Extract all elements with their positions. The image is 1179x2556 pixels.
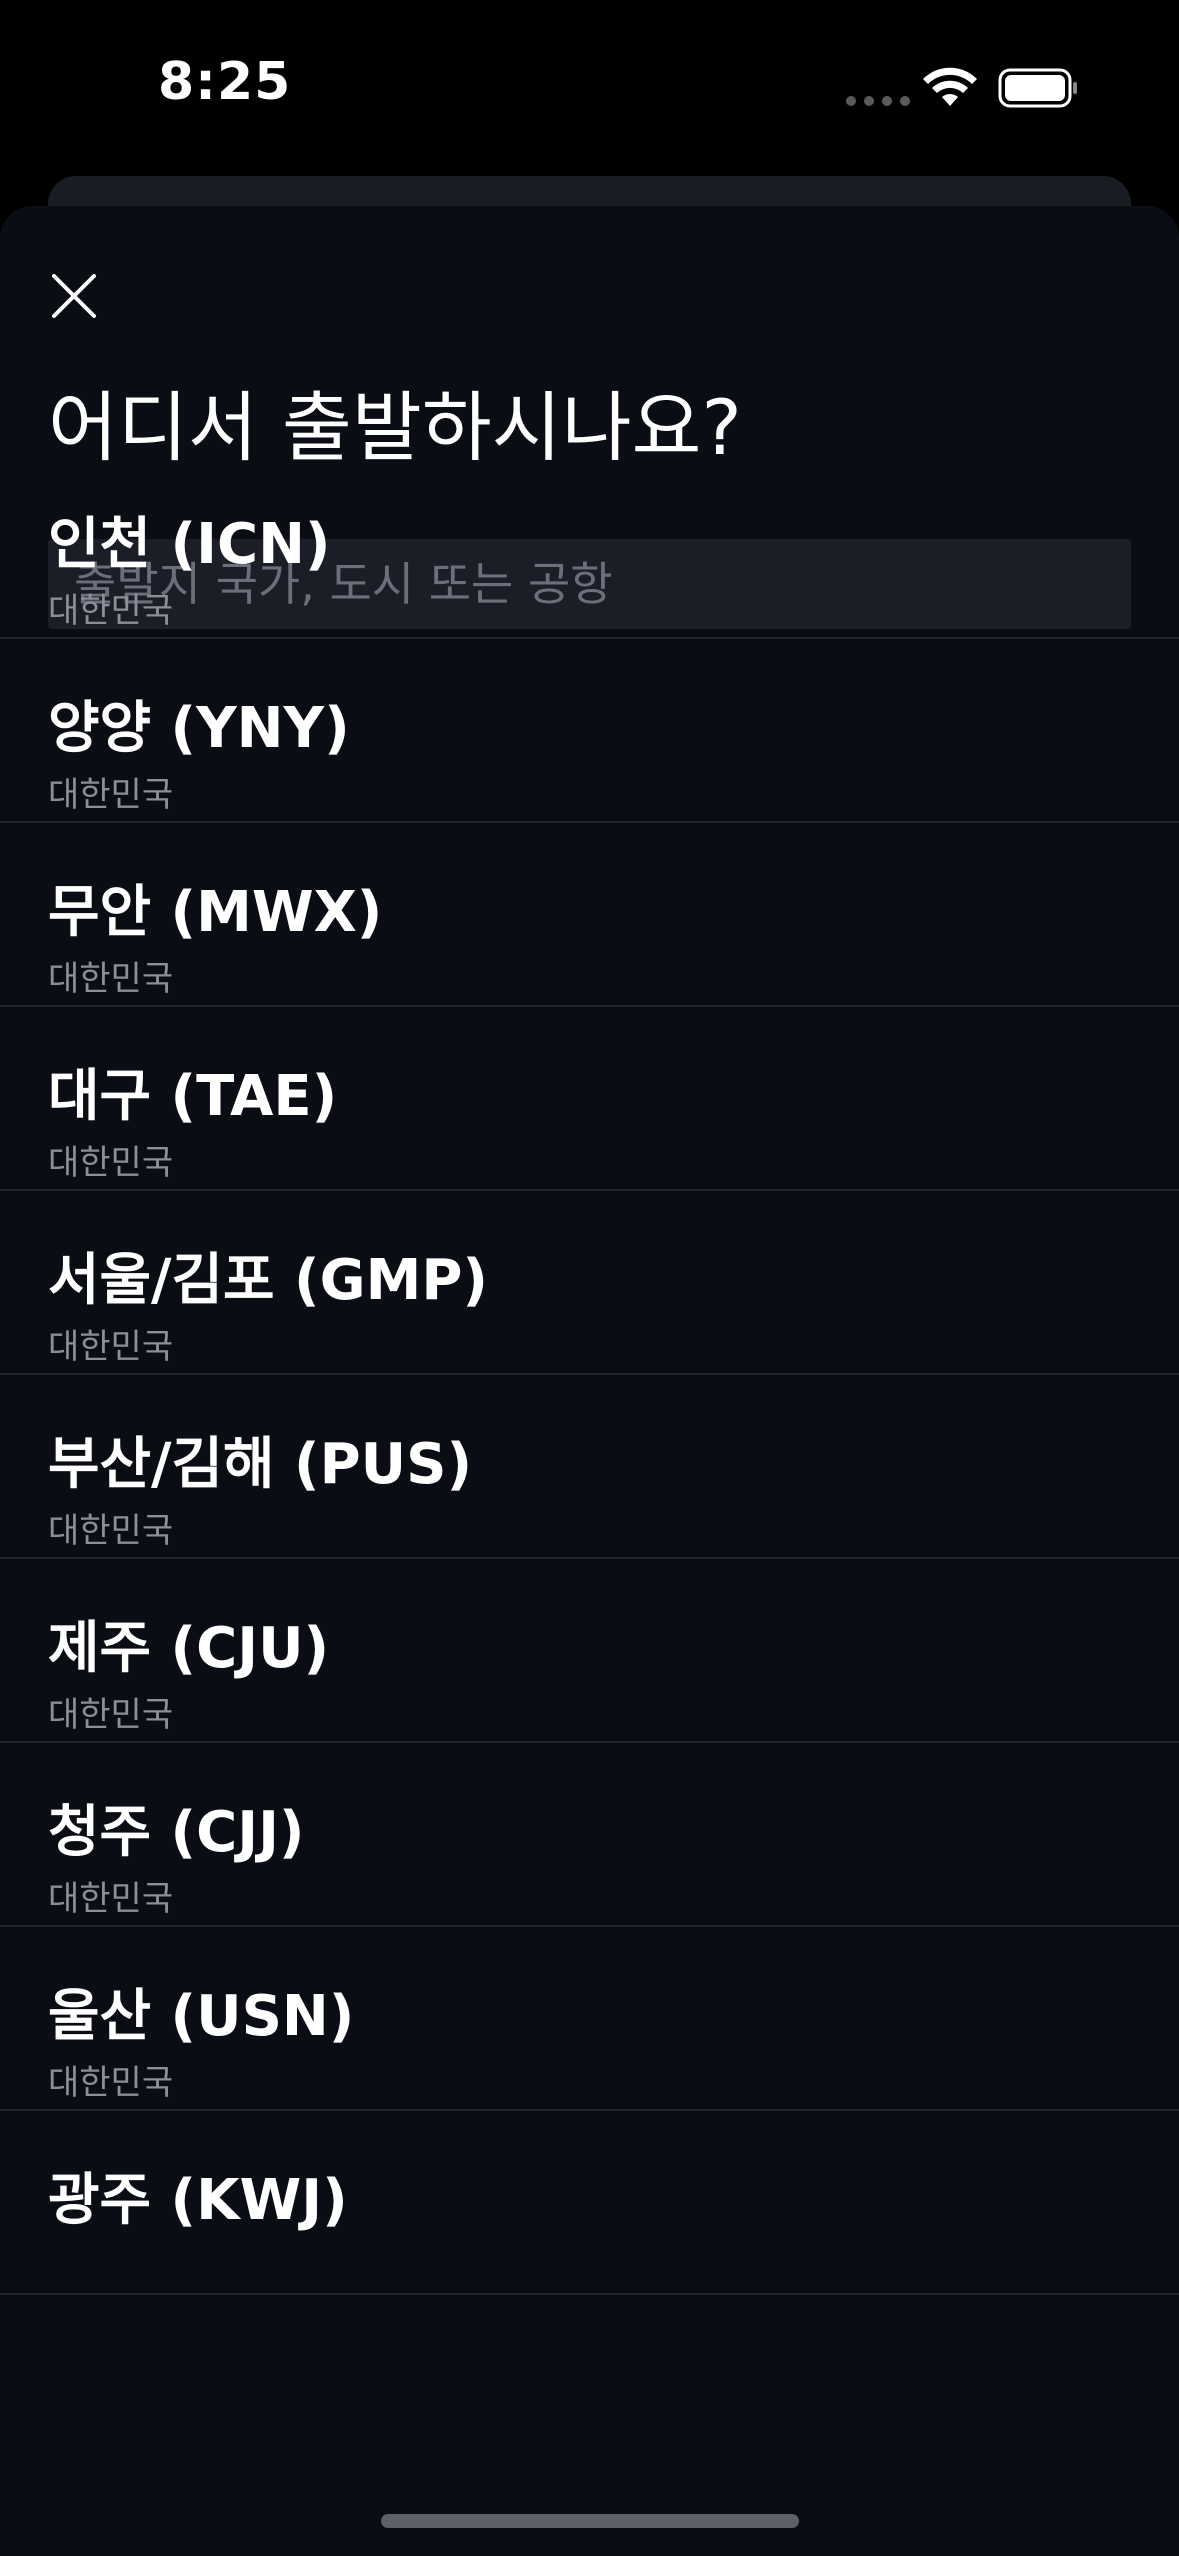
- home-indicator[interactable]: [381, 2514, 799, 2528]
- airport-item-pus[interactable]: 부산/김해 (PUS) 대한민국: [0, 1375, 1179, 1559]
- battery-icon: [998, 68, 1077, 108]
- airport-name: 대구 (TAE): [48, 1064, 338, 1129]
- airport-name: 양양 (YNY): [48, 696, 350, 761]
- airport-country: 대한민국: [48, 2063, 174, 2103]
- airport-country: 대한민국: [48, 1327, 174, 1367]
- airport-item-cjj[interactable]: 청주 (CJJ) 대한민국: [0, 1743, 1179, 1927]
- airport-name: 서울/김포 (GMP): [48, 1248, 488, 1313]
- airport-country: 대한민국: [48, 959, 174, 999]
- airport-country: 대한민국: [48, 775, 174, 815]
- airport-item-tae[interactable]: 대구 (TAE) 대한민국: [0, 1007, 1179, 1191]
- close-icon: [52, 274, 96, 318]
- close-button[interactable]: [44, 266, 104, 326]
- airport-country: 대한민국: [48, 1879, 174, 1919]
- airport-item-usn[interactable]: 울산 (USN) 대한민국: [0, 1927, 1179, 2111]
- airport-item-icn[interactable]: 인천 (ICN) 대한민국: [0, 455, 1179, 639]
- airport-country: 대한민국: [48, 1511, 174, 1551]
- airport-country: 대한민국: [48, 591, 174, 631]
- airport-country: 대한민국: [48, 1695, 174, 1735]
- airport-name: 청주 (CJJ): [48, 1800, 305, 1865]
- airport-name: 제주 (CJU): [48, 1616, 330, 1681]
- status-time: 8:25: [158, 52, 292, 112]
- airport-name: 광주 (KWJ): [48, 2168, 348, 2233]
- airport-name: 인천 (ICN): [48, 512, 331, 577]
- airport-item-gmp[interactable]: 서울/김포 (GMP) 대한민국: [0, 1191, 1179, 1375]
- status-bar: 8:25: [0, 0, 1179, 170]
- airport-list[interactable]: 인천 (ICN) 대한민국 양양 (YNY) 대한민국 무안 (MWX) 대한민…: [0, 455, 1179, 2390]
- airport-item-cju[interactable]: 제주 (CJU) 대한민국: [0, 1559, 1179, 1743]
- airport-name: 울산 (USN): [48, 1984, 355, 2049]
- airport-name: 무안 (MWX): [48, 880, 383, 945]
- wifi-icon: [923, 67, 977, 106]
- airport-name: 부산/김해 (PUS): [48, 1432, 473, 1497]
- airport-country: 대한민국: [48, 1143, 174, 1183]
- airport-item-kwj[interactable]: 광주 (KWJ): [0, 2111, 1179, 2295]
- airport-item-mwx[interactable]: 무안 (MWX) 대한민국: [0, 823, 1179, 1007]
- cellular-signal-icon: [846, 96, 910, 106]
- airport-item-yny[interactable]: 양양 (YNY) 대한민국: [0, 639, 1179, 823]
